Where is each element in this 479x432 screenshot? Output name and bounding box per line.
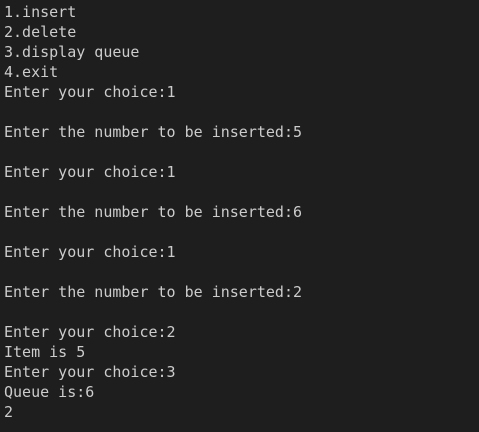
terminal-line: 3.display queue xyxy=(4,43,140,61)
terminal-output: 1.insert 2.delete 3.display queue 4.exit Ent… xyxy=(4,2,302,422)
terminal-line: Enter your choice:1 xyxy=(4,83,176,101)
terminal-line: Enter the number to be inserted:6 xyxy=(4,203,303,221)
terminal-line: Enter your choice:2 xyxy=(4,323,176,341)
terminal-line: 1.insert xyxy=(4,3,77,21)
terminal-line: Enter the number to be inserted:2 xyxy=(4,283,303,301)
terminal-line: Enter your choice:1 xyxy=(4,163,176,181)
terminal-line: Item is 5 xyxy=(4,343,86,361)
terminal-line: Enter your choice:3 xyxy=(4,363,176,381)
terminal-line: 2 xyxy=(4,403,14,421)
terminal-line: Enter the number to be inserted:5 xyxy=(4,123,303,141)
terminal-line: Enter your choice:1 xyxy=(4,243,176,261)
terminal-line: 4.exit xyxy=(4,63,59,81)
terminal-line: Queue is:6 xyxy=(4,383,95,401)
terminal-line: 2.delete xyxy=(4,23,77,41)
terminal-panel[interactable]: 1.insert 2.delete 3.display queue 4.exit Ent… xyxy=(0,0,479,432)
